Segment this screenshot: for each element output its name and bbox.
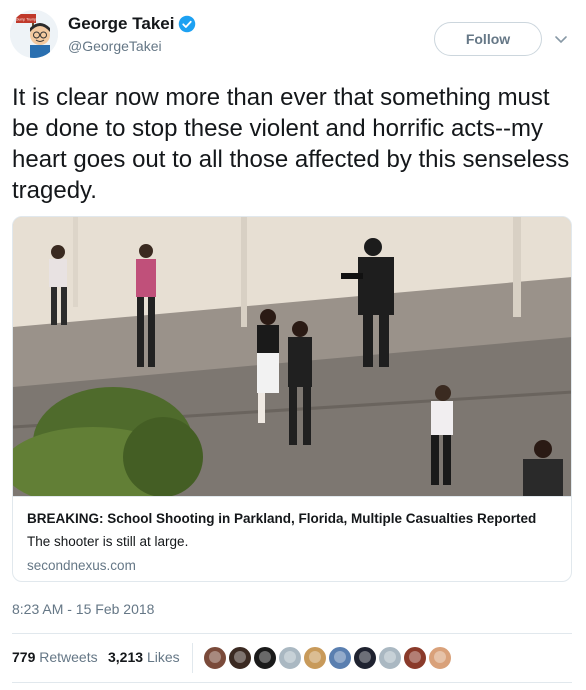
liker-avatar[interactable]: [302, 645, 328, 671]
liker-avatar-face: [284, 651, 296, 663]
liker-avatar[interactable]: [352, 645, 378, 671]
liker-avatar-face: [409, 651, 421, 663]
link-card[interactable]: BREAKING: School Shooting in Parkland, F…: [12, 216, 572, 582]
verified-badge-icon: [178, 15, 196, 33]
author-avatar[interactable]: Dump Trump: [10, 10, 58, 58]
author-name-block[interactable]: George Takei @GeorgeTakei: [68, 14, 196, 54]
liker-avatar-face: [359, 651, 371, 663]
retweets-label: Retweets: [39, 649, 98, 665]
liker-avatar[interactable]: [402, 645, 428, 671]
tweet-text: It is clear now more than ever that some…: [12, 84, 570, 204]
liker-avatar-face: [434, 651, 446, 663]
liker-avatar[interactable]: [327, 645, 353, 671]
avatar-sign-text: Dump Trump: [16, 18, 36, 22]
likes-count: 3,213: [108, 649, 144, 665]
chevron-down-icon[interactable]: [552, 30, 570, 48]
card-domain[interactable]: secondnexus.com: [27, 558, 559, 573]
follow-button[interactable]: Follow: [434, 22, 542, 56]
tweet-timestamp[interactable]: 8:23 AM - 15 Feb 2018: [12, 601, 154, 617]
liker-avatar[interactable]: [427, 645, 453, 671]
liker-avatar[interactable]: [202, 645, 228, 671]
author-display-name[interactable]: George Takei: [68, 14, 174, 34]
liker-avatar[interactable]: [277, 645, 303, 671]
card-image[interactable]: [13, 217, 571, 507]
card-body[interactable]: BREAKING: School Shooting in Parkland, F…: [13, 496, 571, 581]
retweets-count: 779: [12, 649, 36, 665]
tweet-stats: 779 Retweets 3,213 Likes: [12, 633, 572, 683]
liker-avatar-face: [334, 651, 346, 663]
author-handle[interactable]: @GeorgeTakei: [68, 38, 196, 54]
liker-avatar[interactable]: [377, 645, 403, 671]
liker-avatar-face: [384, 651, 396, 663]
card-description: The shooter is still at large.: [27, 534, 189, 549]
likes-label: Likes: [146, 649, 180, 665]
stats-divider: [192, 643, 193, 673]
liker-avatar[interactable]: [227, 645, 253, 671]
liker-avatar-face: [259, 651, 271, 663]
liker-avatar-face: [234, 651, 246, 663]
liker-avatar[interactable]: [252, 645, 278, 671]
liker-avatar-face: [209, 651, 221, 663]
tweet-header: Dump Trump George Takei @GeorgeTakei Fol…: [10, 8, 576, 64]
retweets-stat[interactable]: 779 Retweets: [12, 649, 98, 665]
likes-stat[interactable]: 3,213 Likes: [108, 649, 180, 665]
liker-avatar-face: [309, 651, 321, 663]
card-title[interactable]: BREAKING: School Shooting in Parkland, F…: [27, 511, 559, 526]
